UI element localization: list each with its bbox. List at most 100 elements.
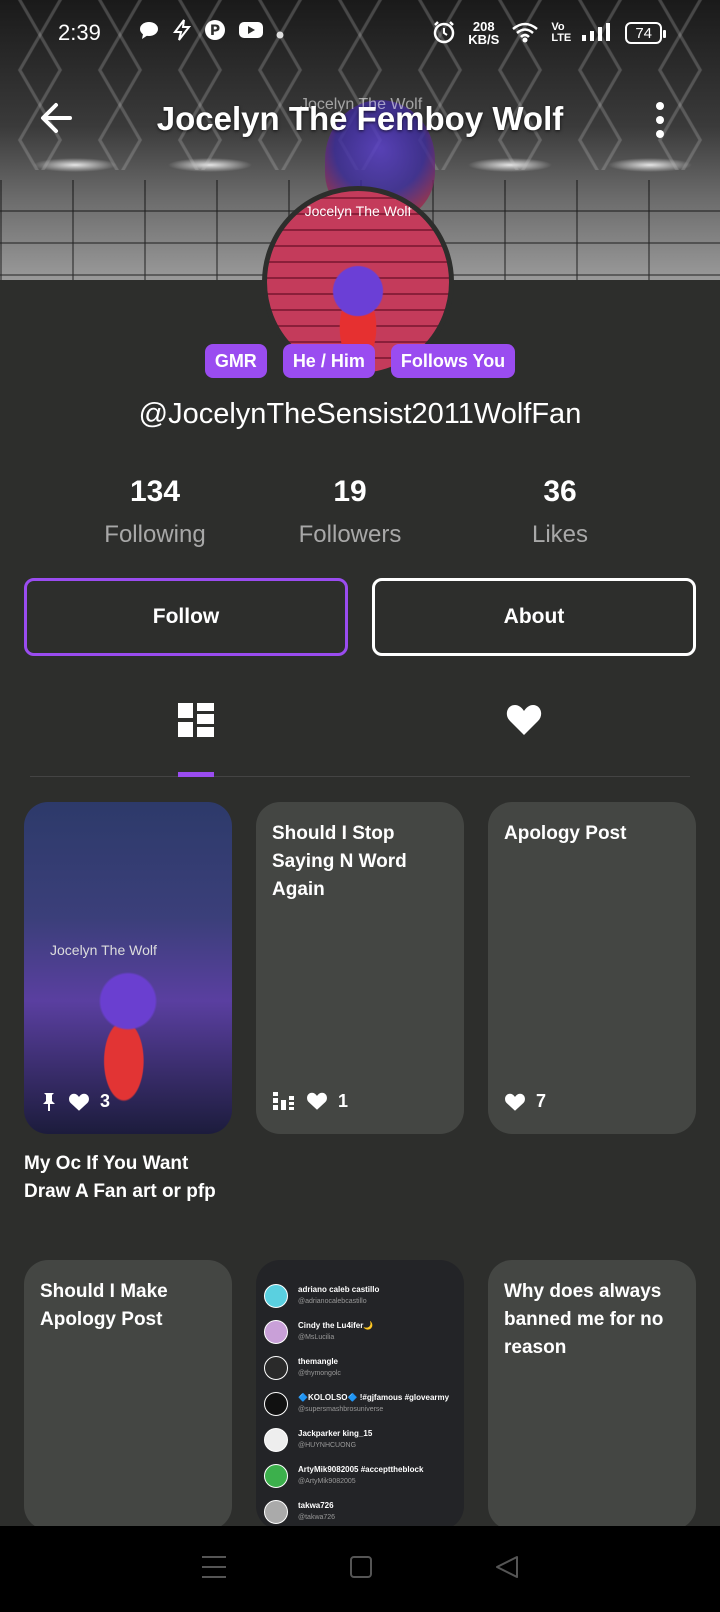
list-name: adriano caleb castillo: [298, 1285, 380, 1294]
post-title: Apology Post: [504, 823, 627, 844]
back-nav-button[interactable]: [493, 1553, 521, 1586]
like-count: 1: [338, 1090, 349, 1111]
list-name: 🔷KOLOLSO🔷 !#gjfamous #glovearmy: [298, 1393, 450, 1402]
alarm-icon: [432, 20, 456, 47]
status-bar: 2:39 P 208 KB/S Vo LTE 74: [0, 0, 720, 66]
chat-icon: [138, 20, 160, 46]
list-item: Cindy the Lu4ifer🌙 @MsLucilia: [264, 1320, 373, 1344]
grid-icon: [178, 703, 214, 737]
stat-value: 19: [333, 475, 367, 508]
post-caption: My Oc If You Want Draw A Fan art or pfp: [24, 1153, 216, 1202]
pinterest-icon: P: [204, 19, 226, 47]
square-home-icon: [350, 1555, 372, 1578]
badge-pronouns: He / Him: [282, 344, 375, 378]
post-title: Should I Stop Saying N Word Again: [272, 823, 407, 900]
stat-label: Following: [104, 521, 206, 548]
username: @JocelynTheSensist2011WolfFan: [138, 398, 582, 430]
badge-follows-you: Follows You: [390, 344, 516, 378]
avatar: [264, 1320, 288, 1344]
avatar: [264, 1464, 288, 1488]
list-item: takwa726 @takwa726: [264, 1500, 335, 1524]
post-meta: 1: [272, 1090, 348, 1112]
heart-icon: [307, 1092, 327, 1110]
stat-value: 134: [129, 475, 181, 508]
post-card[interactable]: Jocelyn The Wolf 3: [24, 802, 232, 1134]
post-card-list-preview[interactable]: adriano caleb castillo @adrianocalebcasti…: [256, 1260, 464, 1530]
post-card[interactable]: Why does always banned me for no reason: [488, 1260, 696, 1530]
more-dot-icon: [656, 116, 664, 124]
list-handle: @MsLucilia: [298, 1334, 335, 1341]
stat-label: Likes: [531, 521, 589, 548]
list-item: Jackparker king_15 @HUYNHCUONG: [264, 1428, 372, 1452]
status-right: 208 KB/S Vo LTE 74: [432, 20, 666, 47]
list-handle: @adrianocalebcastillo: [298, 1298, 367, 1305]
network-speed: 208 KB/S: [468, 20, 499, 46]
tab-active-indicator: [178, 772, 214, 777]
list-name: takwa726: [298, 1501, 334, 1510]
triangle-back-icon: [496, 1555, 518, 1578]
list-handle: @takwa726: [298, 1514, 336, 1521]
follow-button[interactable]: Follow: [24, 578, 348, 656]
lightning-icon: [172, 19, 192, 47]
post-image-label: Jocelyn The Wolf: [50, 942, 157, 958]
heart-icon: [506, 705, 542, 735]
app-header: Jocelyn The Femboy Wolf: [0, 88, 720, 152]
svg-text:P: P: [210, 23, 220, 39]
menu-nav-button[interactable]: [199, 1553, 229, 1586]
stat-value: 36: [543, 475, 577, 508]
volte-label: Vo LTE: [551, 21, 572, 44]
list-handle: @thymongolc: [298, 1370, 341, 1377]
home-nav-button[interactable]: [347, 1553, 375, 1586]
stat-label: Followers: [298, 521, 402, 548]
tab-posts[interactable]: [166, 700, 226, 780]
avatar: [264, 1500, 288, 1524]
list-name: Cindy the Lu4ifer🌙: [298, 1321, 374, 1330]
avatar: [264, 1356, 288, 1380]
profile-badges: GMR He / Him Follows You: [0, 344, 720, 378]
more-options-button[interactable]: [652, 102, 668, 138]
back-button[interactable]: [36, 98, 76, 138]
list-name: themangle: [298, 1357, 339, 1366]
notification-icons: P: [138, 19, 284, 47]
list-item: adriano caleb castillo @adrianocalebcasti…: [264, 1284, 379, 1308]
stat-likes[interactable]: 36 Likes: [504, 475, 616, 549]
like-count: 3: [100, 1091, 111, 1111]
tab-liked[interactable]: [494, 700, 554, 780]
list-name: Jackparker king_15: [298, 1429, 373, 1438]
system-nav-bar: [0, 1526, 720, 1612]
avatar: [264, 1392, 288, 1416]
back-arrow-icon: [41, 103, 72, 133]
list-handle: @ArtyMik9082005: [298, 1478, 356, 1485]
stat-following[interactable]: 134 Following: [99, 475, 211, 549]
avatar-label: Jocelyn The Wolf: [304, 203, 412, 219]
signal-icon: [581, 21, 613, 46]
post-meta: 7: [504, 1091, 546, 1112]
list-item: 🔷KOLOLSO🔷 !#gjfamous #glovearmy @supersma…: [264, 1392, 449, 1416]
tab-divider: [30, 776, 690, 777]
badge-gmr: GMR: [204, 344, 267, 378]
youtube-icon: [238, 20, 264, 46]
more-dot-icon: [656, 130, 664, 138]
post-title: Why does always banned me for no reason: [504, 1281, 664, 1358]
poll-icon: [273, 1092, 294, 1110]
heart-icon: [69, 1093, 89, 1111]
more-dot-icon: [656, 102, 664, 110]
post-card[interactable]: Should I Stop Saying N Word Again 1: [256, 802, 464, 1134]
wifi-icon: [511, 21, 539, 46]
post-title: Should I Make Apology Post: [40, 1281, 168, 1330]
about-button[interactable]: About: [372, 578, 696, 656]
menu-icon: [202, 1555, 226, 1578]
speed-unit: KB/S: [468, 32, 500, 47]
list-item: ArtyMik9082005 #accepttheblock @ArtyMik90…: [264, 1464, 423, 1488]
heart-icon: [505, 1093, 525, 1111]
post-meta: 3: [40, 1091, 110, 1112]
post-card[interactable]: Should I Make Apology Post: [24, 1260, 232, 1530]
stat-followers[interactable]: 19 Followers: [294, 475, 406, 549]
post-card[interactable]: Apology Post 7: [488, 802, 696, 1134]
like-count: 7: [536, 1091, 547, 1111]
avatar: [264, 1428, 288, 1452]
battery-level: 74: [635, 24, 652, 42]
status-time: 2:39: [58, 20, 101, 45]
battery-icon: 74: [625, 22, 666, 44]
list-name: ArtyMik9082005 #accepttheblock: [298, 1465, 424, 1474]
